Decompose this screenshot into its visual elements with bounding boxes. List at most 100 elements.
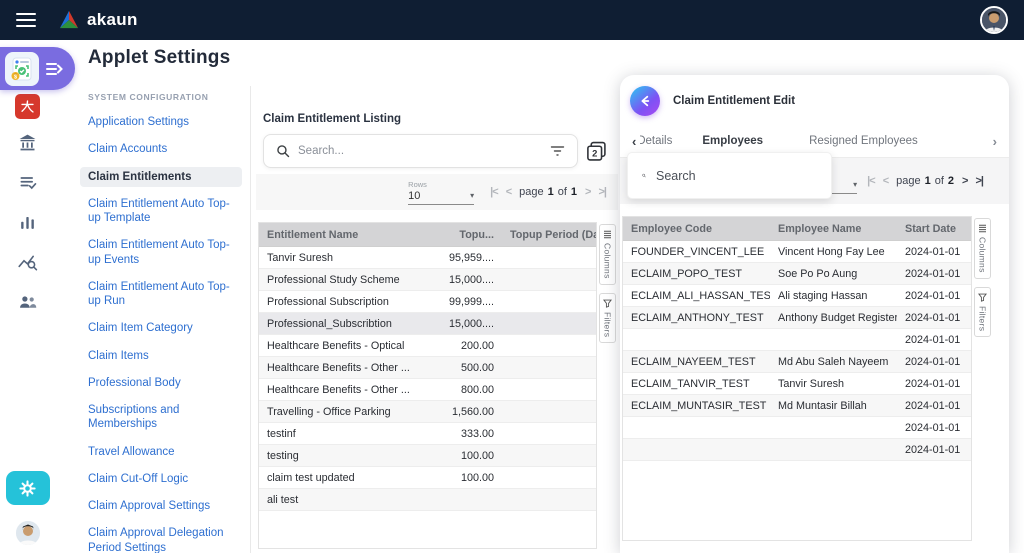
first-page-button[interactable]: |< (490, 186, 498, 198)
total-pages: 1 (570, 186, 578, 198)
cell-topup: 100.00 (460, 471, 494, 484)
cell-start-date: 2024-01-01 (905, 267, 961, 280)
hamburger-menu-icon[interactable] (16, 13, 36, 27)
table-row[interactable]: Professional Subscription 99,999.... (259, 291, 596, 313)
employees-search-input[interactable] (656, 168, 817, 183)
table-row[interactable]: ECLAIM_ALI_HASSAN_TEST Ali staging Hassa… (623, 285, 971, 307)
employees-table-header: Employee Code Employee Name Start Date (623, 217, 971, 241)
prev-page-button[interactable]: < (883, 175, 890, 187)
listing-search-box[interactable] (263, 134, 578, 168)
table-row[interactable]: Professional Study Scheme 15,000.... (259, 269, 596, 291)
sidebar-item[interactable]: Claim Entitlement Auto Top-up Run (80, 277, 242, 312)
cell-topup: 15,000.... (448, 317, 494, 330)
last-page-button[interactable]: >| (598, 186, 606, 198)
column-header-employee-name[interactable]: Employee Name (770, 223, 897, 235)
analytics-search-icon[interactable] (14, 249, 41, 276)
sidebar-item[interactable]: Claim Entitlement Auto Top-up Template (80, 194, 242, 229)
last-page-button[interactable]: >| (975, 175, 983, 187)
cell-start-date: 2024-01-01 (905, 421, 961, 434)
bar-chart-icon[interactable] (14, 209, 41, 236)
employees-side-controls: Columns Filters (974, 216, 991, 541)
next-page-button[interactable]: > (585, 186, 592, 198)
table-row[interactable]: 2024-01-01 (623, 329, 971, 351)
task-list-icon[interactable] (14, 169, 41, 196)
table-row[interactable]: ECLAIM_ANTHONY_TEST Anthony Budget Regis… (623, 307, 971, 329)
columns-panel-toggle[interactable]: Columns (974, 218, 991, 279)
filter-list-icon[interactable] (550, 145, 565, 157)
listing-rows-per-page-select[interactable]: Rows 10 ▾ (408, 180, 475, 205)
cell-topup: 100.00 (460, 449, 494, 462)
next-page-button[interactable]: > (962, 175, 969, 187)
sidebar-item-label: Claim Entitlements (88, 170, 192, 183)
cell-employee-name: Soe Po Po Aung (778, 267, 858, 280)
tab-label: Resigned Employees (809, 135, 918, 147)
sidebar-item[interactable]: Claim Entitlements (80, 166, 242, 187)
table-row[interactable]: FOUNDER_VINCENT_LEE Vincent Hong Fay Lee… (623, 241, 971, 263)
column-header-topup-period[interactable]: Topup Period (Days) (502, 229, 596, 241)
column-header-topup[interactable]: Topu... (422, 229, 502, 241)
red-app-icon[interactable] (15, 94, 40, 119)
table-row[interactable]: Healthcare Benefits - Other ... 500.00 (259, 357, 596, 379)
cell-topup-period (502, 450, 596, 462)
first-page-button[interactable]: |< (867, 175, 875, 187)
columns-panel-toggle[interactable]: Columns (599, 224, 616, 285)
bank-icon[interactable] (14, 129, 41, 156)
sidebar-item[interactable]: Claim Item Category (80, 318, 242, 338)
profile-avatar[interactable] (15, 521, 40, 545)
table-row[interactable]: ECLAIM_MUNTASIR_TEST Md Muntasir Billah … (623, 395, 971, 417)
settings-gear-button[interactable] (5, 471, 50, 505)
sidebar-item[interactable]: Travel Allowance (80, 442, 242, 462)
filters-panel-toggle[interactable]: Filters (974, 286, 991, 337)
sidebar-item[interactable]: Professional Body (80, 373, 242, 393)
sidebar-item[interactable]: Claim Cut-Off Logic (80, 469, 242, 489)
employees-search-box[interactable] (627, 152, 832, 199)
user-avatar[interactable] (980, 6, 1008, 34)
sidebar-item[interactable]: Claim Approval Delegation Period Setting… (80, 523, 242, 553)
table-row[interactable]: Professional_Subscribtion 15,000.... (259, 313, 596, 335)
stacked-pages-icon[interactable]: 2 (586, 141, 607, 162)
table-row[interactable]: ECLAIM_TANVIR_TEST Tanvir Suresh 2024-01… (623, 373, 971, 395)
claim-applet-drawer-toggle[interactable]: $ (0, 47, 75, 90)
table-row[interactable]: ECLAIM_POPO_TEST Soe Po Po Aung 2024-01-… (623, 263, 971, 285)
listing-search-input[interactable] (298, 145, 542, 157)
column-header-start-date[interactable]: Start Date (897, 223, 971, 235)
users-icon[interactable] (14, 289, 41, 316)
table-row[interactable]: ECLAIM_NAYEEM_TEST Md Abu Saleh Nayeem 2… (623, 351, 971, 373)
tabs-scroll-left-icon[interactable]: ‹ (628, 134, 640, 149)
prev-page-button[interactable]: < (506, 186, 513, 198)
sidebar-item-label: Claim Approval Settings (88, 500, 211, 512)
tabs-scroll-right-icon[interactable]: › (989, 134, 1001, 149)
cell-employee-code (623, 444, 770, 456)
table-row[interactable]: testinf 333.00 (259, 423, 596, 445)
sidebar-item[interactable]: Claim Approval Settings (80, 496, 242, 516)
sidebar-item-label: Claim Entitlement Auto Top-up Events (88, 239, 230, 266)
caret-down-icon: ▾ (853, 180, 858, 189)
sidebar-item[interactable]: Claim Items (80, 346, 242, 366)
table-row[interactable]: Travelling - Office Parking 1,560.00 (259, 401, 596, 423)
table-row[interactable]: 2024-01-01 (623, 439, 971, 461)
columns-label: Columns (602, 243, 613, 279)
sidebar-item[interactable]: Claim Entitlement Auto Top-up Events (80, 235, 242, 270)
sidebar-item-label: Claim Entitlement Auto Top-up Template (88, 197, 230, 224)
table-row[interactable]: testing 100.00 (259, 445, 596, 467)
cell-topup-period (502, 252, 596, 264)
akaun-logo[interactable]: akaun (58, 10, 138, 30)
back-button[interactable] (630, 86, 660, 116)
sidebar-item[interactable]: Application Settings (80, 112, 242, 132)
table-row[interactable]: 2024-01-01 (623, 417, 971, 439)
table-row[interactable]: claim test updated 100.00 (259, 467, 596, 489)
cell-employee-code: ECLAIM_MUNTASIR_TEST (631, 399, 767, 412)
column-header-entitlement-name[interactable]: Entitlement Name (259, 229, 422, 241)
table-row[interactable]: ali test (259, 489, 596, 511)
columns-icon (979, 224, 986, 233)
filters-panel-toggle[interactable]: Filters (599, 292, 616, 343)
cell-employee-name: Anthony Budget Register Ap... (778, 311, 897, 324)
table-row[interactable]: Healthcare Benefits - Other ... 800.00 (259, 379, 596, 401)
table-row[interactable]: Healthcare Benefits - Optical 200.00 (259, 335, 596, 357)
sidebar-item[interactable]: Claim Accounts (80, 139, 242, 159)
nav-items-list: Application Settings Claim Accounts Clai… (80, 112, 242, 553)
cell-employee-name (770, 334, 897, 346)
column-header-employee-code[interactable]: Employee Code (623, 223, 770, 235)
sidebar-item[interactable]: Subscriptions and Memberships (80, 400, 242, 435)
table-row[interactable]: Tanvir Suresh 95,959.... (259, 247, 596, 269)
